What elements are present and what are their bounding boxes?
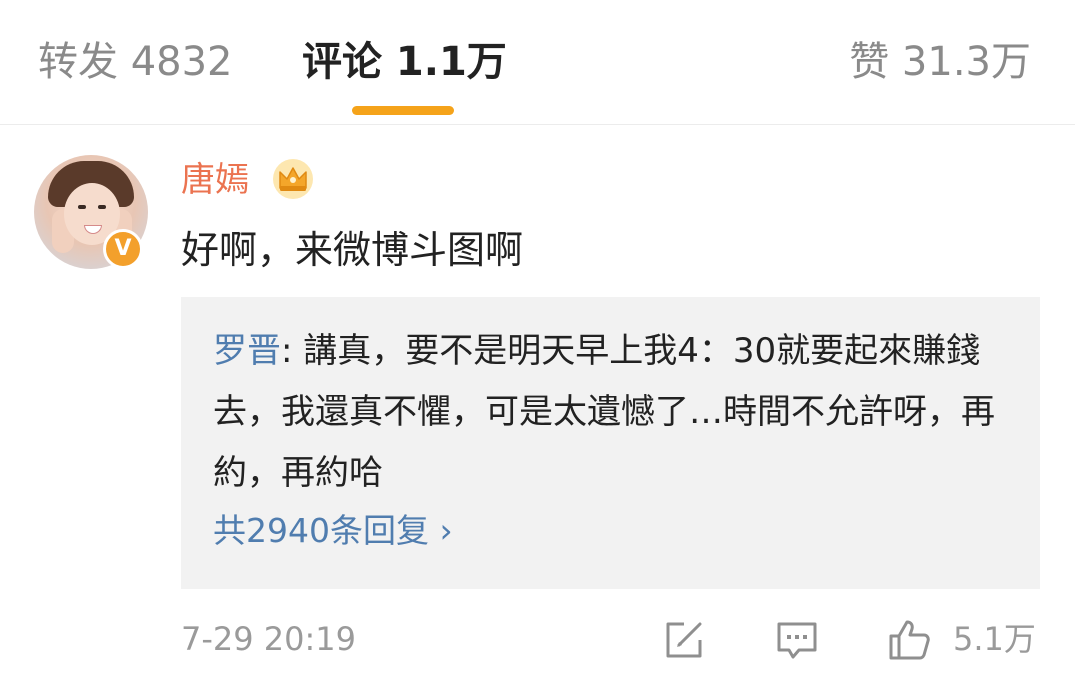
reply-text: 講真，要不是明天早上我4：30就要起來賺錢去，我還真不懼，可是太遺憾了…時間不允… xyxy=(213,331,995,493)
tab-bar: 转发 4832 评论 1.1万 赞 31.3万 xyxy=(0,0,1075,125)
active-tab-indicator xyxy=(352,106,454,115)
avatar-eye-right xyxy=(98,205,106,209)
reply-content: 罗晋: 講真，要不是明天早上我4：30就要起來賺錢去，我還真不懼，可是太遺憾了…… xyxy=(213,321,1013,504)
comment-username[interactable]: 唐嫣 xyxy=(181,156,249,204)
comment-footer: 7-29 20:19 5.1万 xyxy=(0,612,1075,668)
verified-badge-icon: V xyxy=(103,229,143,269)
like-count: 5.1万 xyxy=(953,620,1036,658)
reply-separator: : xyxy=(281,331,304,371)
tab-likes[interactable]: 赞 31.3万 xyxy=(849,34,1031,90)
comment-icon[interactable] xyxy=(775,618,819,662)
tab-comments[interactable]: 评论 1.1万 xyxy=(302,34,507,90)
crown-icon xyxy=(273,159,313,199)
comment-text: 好啊，来微博斗图啊 xyxy=(181,228,524,272)
comment-timestamp: 7-29 20:19 xyxy=(181,620,357,658)
like-icon[interactable] xyxy=(887,618,931,662)
more-replies-link[interactable]: 共2940条回复 › xyxy=(213,507,453,555)
reply-preview[interactable]: 罗晋: 講真，要不是明天早上我4：30就要起來賺錢去，我還真不懼，可是太遺憾了…… xyxy=(181,297,1040,589)
reply-author[interactable]: 罗晋 xyxy=(213,331,281,371)
edit-icon[interactable] xyxy=(662,618,706,662)
tab-repost[interactable]: 转发 4832 xyxy=(38,34,233,90)
avatar-eye-left xyxy=(78,205,86,209)
